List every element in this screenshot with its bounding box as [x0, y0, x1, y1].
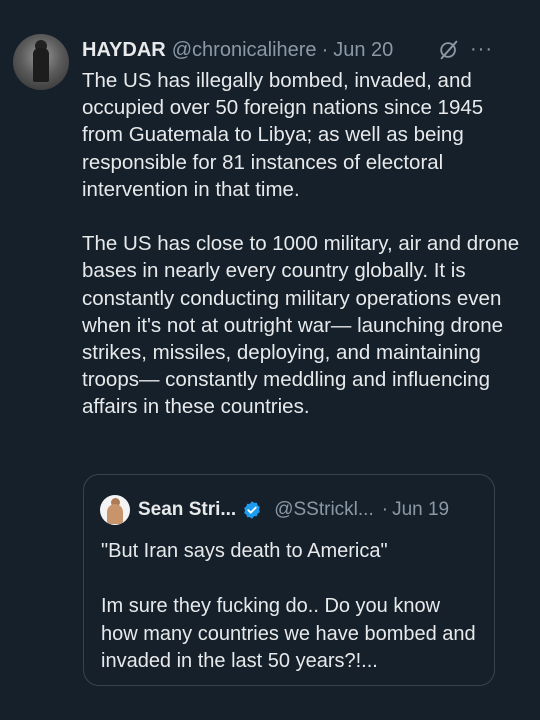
- quoted-avatar-torso: [107, 504, 123, 524]
- tweet-paragraph: The US has close to 1000 military, air a…: [82, 232, 520, 419]
- tweet-text: The US has illegally bombed, invaded, an…: [82, 67, 522, 421]
- quoted-tweet-date[interactable]: Jun 19: [392, 499, 449, 521]
- tweet-date[interactable]: Jun 20: [333, 39, 393, 62]
- quoted-author-display-name[interactable]: Sean Stri...: [138, 499, 236, 521]
- verified-badge-icon: [244, 501, 261, 519]
- avatar-figure-body: [33, 48, 49, 82]
- more-options-icon[interactable]: ···: [470, 38, 496, 60]
- tweet[interactable]: HAYDAR @chronicalihere · Jun 20 ··· The …: [0, 0, 540, 720]
- quoted-author-avatar[interactable]: [100, 495, 130, 525]
- author-display-name[interactable]: HAYDAR: [82, 39, 166, 62]
- quoted-tweet-text: "But Iran says death to America" Im sure…: [101, 538, 481, 676]
- quoted-tweet[interactable]: Sean Stri... @SStrickl... · Jun 19 "But …: [83, 474, 495, 686]
- tweet-paragraph: The US has illegally bombed, invaded, an…: [82, 69, 484, 201]
- header-separator: ·: [321, 38, 329, 61]
- author-avatar[interactable]: [13, 34, 69, 90]
- author-handle[interactable]: @chronicalihere: [172, 39, 317, 62]
- quoted-paragraph: "But Iran says death to America": [101, 540, 388, 562]
- quoted-author-handle[interactable]: @SStrickl...: [274, 499, 374, 521]
- quoted-header-separator: ·: [381, 499, 389, 520]
- quoted-paragraph: Im sure they fucking do.. Do you know ho…: [101, 595, 476, 672]
- quoted-tweet-header: Sean Stri... @SStrickl... · Jun 19: [138, 497, 449, 523]
- grok-icon[interactable]: [438, 39, 460, 61]
